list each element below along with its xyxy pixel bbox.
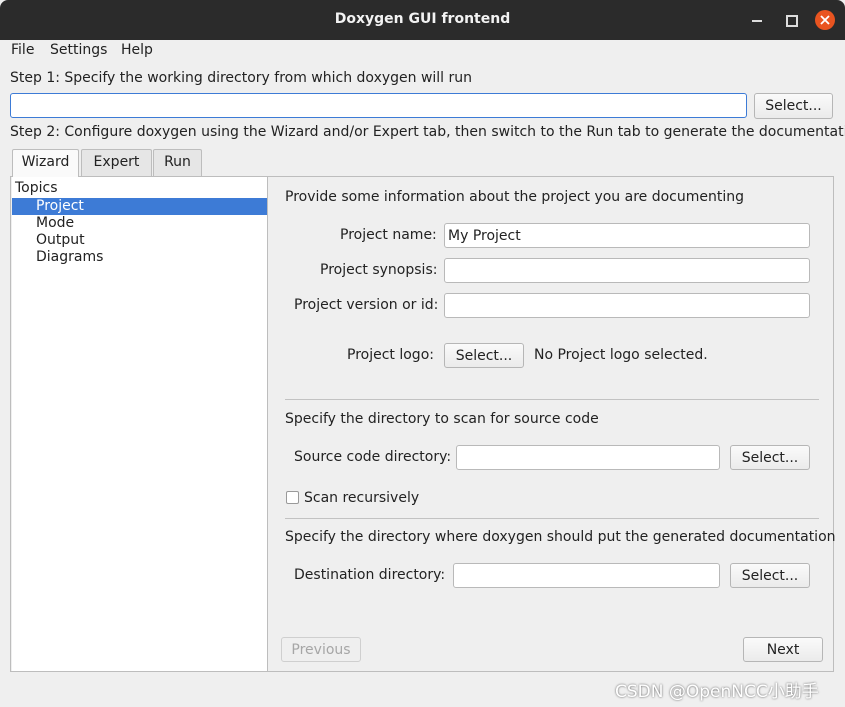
step2-label: Step 2: Configure doxygen using the Wiza… (10, 124, 845, 140)
project-version-label: Project version or id: (294, 297, 439, 313)
project-name-label: Project name: (340, 227, 437, 243)
maximize-icon[interactable] (781, 10, 801, 30)
tab-wizard-label: Wizard (21, 154, 70, 170)
step1-label: Step 1: Specify the working directory fr… (10, 70, 473, 86)
project-logo-select-button[interactable]: Select... (444, 343, 524, 368)
menu-file[interactable]: File (11, 42, 34, 58)
topic-project[interactable]: Project (12, 198, 267, 215)
menu-bar: File Settings Help (0, 40, 845, 62)
previous-button[interactable]: Previous (281, 637, 361, 662)
topics-tree[interactable]: Topics Project Mode Output Diagrams (12, 177, 268, 671)
destination-dir-input[interactable] (453, 563, 720, 588)
title-bar[interactable]: Doxygen GUI frontend (0, 0, 845, 40)
tab-run-label: Run (164, 154, 191, 170)
tab-expert-label: Expert (93, 154, 140, 170)
tab-wizard[interactable]: Wizard (12, 149, 79, 177)
next-button[interactable]: Next (743, 637, 823, 662)
watermark: CSDN @OpenNCC小助手 (615, 682, 819, 702)
project-synopsis-label: Project synopsis: (320, 262, 438, 278)
project-logo-label: Project logo: (347, 347, 434, 363)
working-directory-input[interactable] (10, 93, 747, 118)
tab-expert[interactable]: Expert (81, 149, 152, 176)
source-dir-input[interactable] (456, 445, 720, 470)
source-dir-label: Source code directory: (294, 449, 452, 465)
topics-header: Topics (15, 180, 58, 196)
menu-settings[interactable]: Settings (50, 42, 107, 58)
project-synopsis-input[interactable] (444, 258, 810, 283)
close-icon[interactable] (815, 10, 835, 30)
working-directory-select-button[interactable]: Select... (754, 93, 833, 119)
source-dir-select-button[interactable]: Select... (730, 445, 810, 470)
project-intro: Provide some information about the proje… (285, 189, 745, 205)
destination-intro: Specify the directory where doxygen shou… (285, 529, 836, 545)
project-version-input[interactable] (444, 293, 810, 318)
topic-diagrams[interactable]: Diagrams (12, 249, 267, 266)
project-name-input[interactable] (444, 223, 810, 248)
divider (285, 399, 819, 400)
project-logo-status: No Project logo selected. (534, 347, 708, 363)
source-intro: Specify the directory to scan for source… (285, 411, 599, 427)
topic-output[interactable]: Output (12, 232, 267, 249)
destination-dir-select-button[interactable]: Select... (730, 563, 810, 588)
scan-recursively-label: Scan recursively (304, 490, 420, 506)
topic-mode[interactable]: Mode (12, 215, 267, 232)
doxywizard-window: Doxygen GUI frontend File Settings Help … (0, 0, 845, 707)
project-settings-panel: Provide some information about the proje… (268, 177, 836, 671)
minimize-icon[interactable] (747, 10, 767, 30)
tab-run[interactable]: Run (153, 149, 202, 176)
divider (285, 518, 819, 519)
window-title: Doxygen GUI frontend (334, 11, 511, 27)
destination-dir-label: Destination directory: (294, 567, 446, 583)
scan-recursively-checkbox[interactable] (286, 491, 299, 504)
menu-help[interactable]: Help (121, 42, 153, 58)
